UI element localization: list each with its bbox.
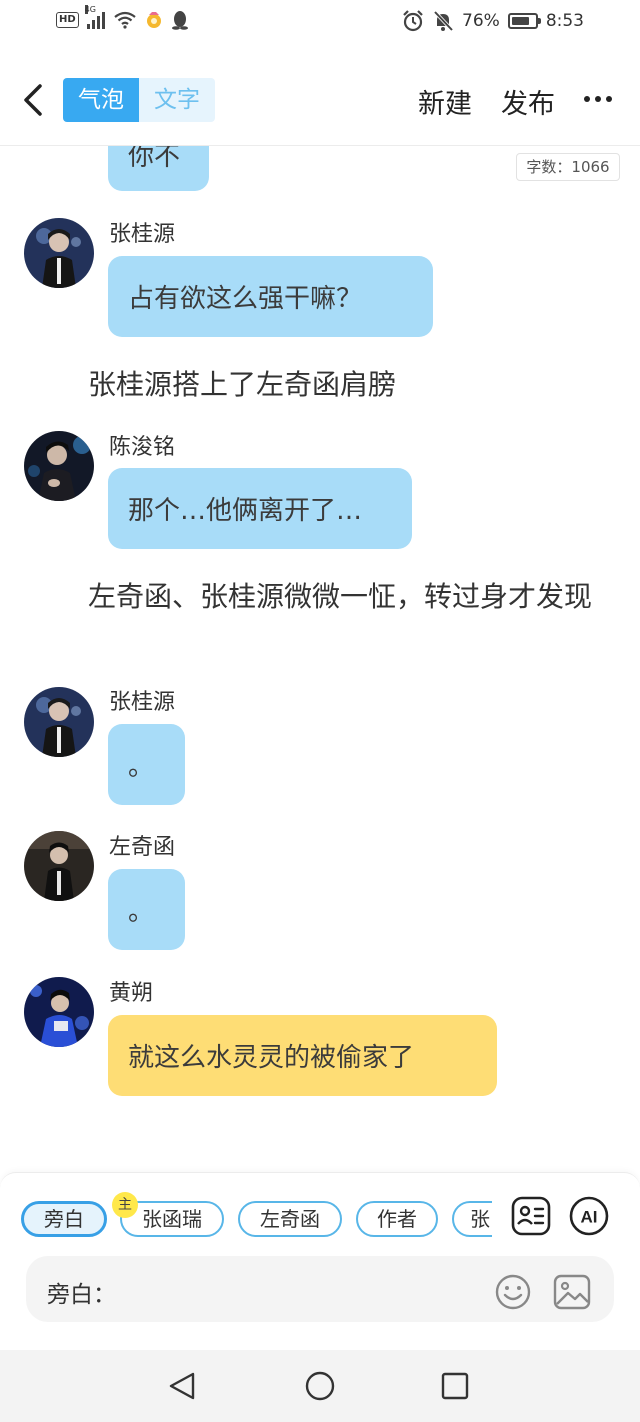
system-nav-bar bbox=[0, 1350, 640, 1422]
image-icon[interactable] bbox=[553, 1274, 591, 1310]
input-role-label: 旁白： bbox=[47, 1282, 116, 1308]
avatar[interactable] bbox=[24, 218, 94, 288]
role-card-icon[interactable] bbox=[511, 1196, 551, 1236]
ai-label: AI bbox=[581, 1208, 598, 1227]
role-selector[interactable]: 旁白 张函瑞 左奇函 作者 张 bbox=[21, 1199, 492, 1241]
message-input[interactable]: 旁白： bbox=[26, 1256, 614, 1322]
mode-toggle: 气泡 文字 bbox=[63, 78, 215, 122]
role-chip-narrator[interactable]: 旁白 bbox=[21, 1201, 107, 1237]
publish-button[interactable]: 发布 bbox=[501, 82, 555, 121]
message-bubble[interactable]: 。 bbox=[108, 724, 185, 805]
speaker-name: 左奇函 bbox=[109, 835, 176, 860]
home-circle-icon[interactable] bbox=[304, 1370, 336, 1402]
role-chip[interactable]: 作者 bbox=[356, 1201, 438, 1237]
tab-bubble-mode[interactable]: 气泡 bbox=[63, 78, 139, 122]
avatar[interactable] bbox=[24, 831, 94, 901]
role-chip[interactable]: 张 bbox=[452, 1201, 492, 1237]
narration-text[interactable]: 张桂源搭上了左奇函肩膀 bbox=[24, 364, 614, 406]
message-text: 。 bbox=[128, 897, 155, 927]
message-bubble[interactable]: 占有欲这么强干嘛？ bbox=[108, 256, 433, 337]
top-bar: 气泡 文字 新建 发布 bbox=[0, 56, 640, 146]
message-bubble[interactable]: 。 bbox=[108, 869, 185, 950]
avatar[interactable] bbox=[24, 977, 94, 1047]
emoji-icon[interactable] bbox=[494, 1273, 532, 1311]
speaker-name: 黄朔 bbox=[109, 981, 154, 1006]
role-chip[interactable]: 左奇函 bbox=[238, 1201, 342, 1237]
message-text: 。 bbox=[128, 752, 155, 782]
ai-icon[interactable]: AI bbox=[569, 1196, 609, 1236]
avatar[interactable] bbox=[24, 687, 94, 757]
more-options-icon[interactable] bbox=[584, 96, 612, 104]
message-text: 占有欲这么强干嘛？ bbox=[128, 284, 363, 314]
message-text: 就这么水灵灵的被偷家了 bbox=[128, 1043, 415, 1073]
new-button[interactable]: 新建 bbox=[418, 82, 472, 121]
word-count-badge: 字数：1066 bbox=[516, 153, 620, 181]
message-text: 那个…他俩离开了… bbox=[128, 496, 363, 526]
avatar[interactable] bbox=[24, 431, 94, 501]
speaker-name: 张桂源 bbox=[109, 222, 176, 247]
back-arrow-icon[interactable] bbox=[18, 80, 50, 120]
message-bubble[interactable]: 那个…他俩离开了… bbox=[108, 468, 412, 549]
recents-square-icon[interactable] bbox=[439, 1370, 471, 1402]
message-bubble[interactable]: 就这么水灵灵的被偷家了 bbox=[108, 1015, 497, 1096]
speaker-name: 陈浚铭 bbox=[109, 435, 176, 460]
app-root: HD 4G 76% 8:53 你不 张桂源 占有欲这么强干嘛？ 张桂源搭上了左奇… bbox=[0, 0, 640, 1422]
main-role-badge: 主 bbox=[112, 1192, 138, 1218]
back-triangle-icon[interactable] bbox=[166, 1370, 198, 1402]
tab-text-mode[interactable]: 文字 bbox=[139, 78, 215, 122]
speaker-name: 张桂源 bbox=[109, 690, 176, 715]
narration-text[interactable]: 左奇函、张桂源微微一怔，转过身才发现 bbox=[24, 576, 614, 618]
